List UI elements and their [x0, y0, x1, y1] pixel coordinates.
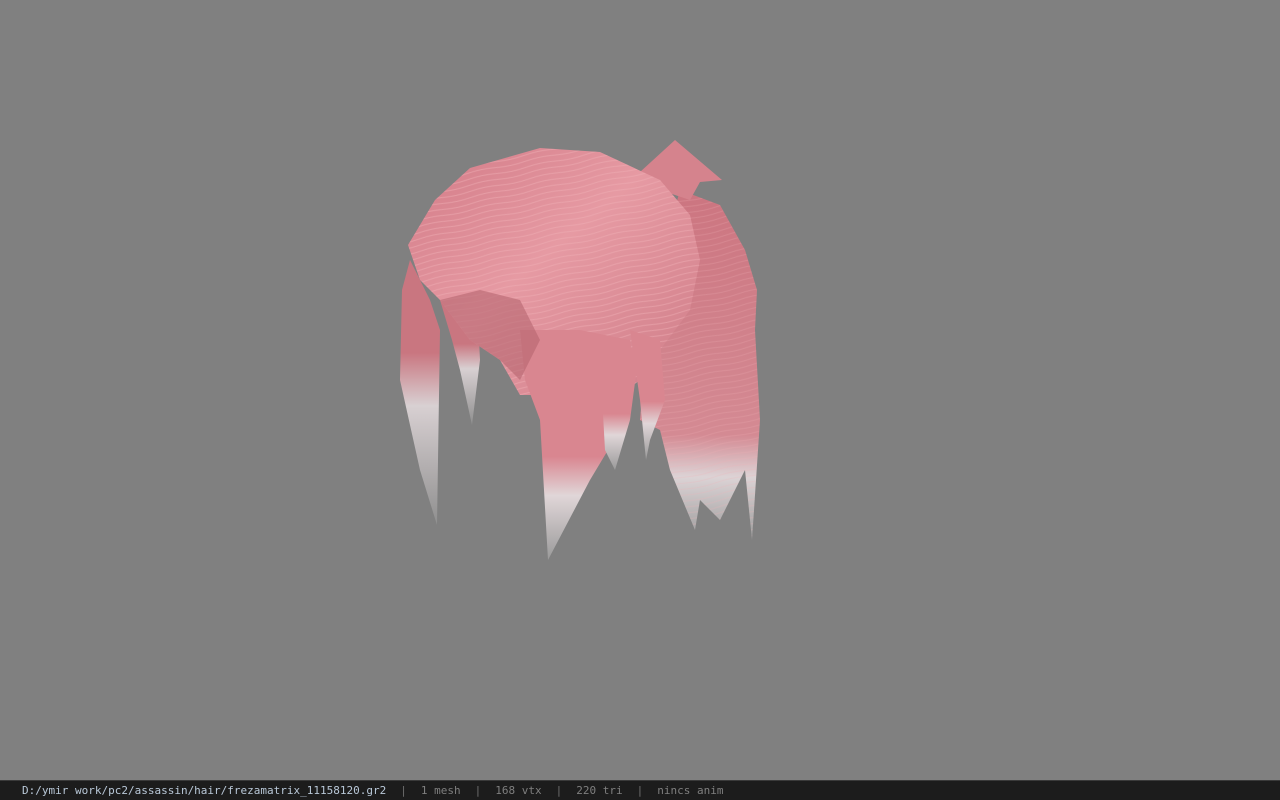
triangle-count-label: 220 tri	[576, 784, 623, 797]
separator: |	[636, 784, 644, 797]
hair-strand-left-outer	[400, 260, 440, 525]
status-bar: D:/ymir work/pc2/assassin/hair/frezamatr…	[0, 780, 1280, 800]
separator: |	[555, 784, 563, 797]
mesh-count-label: 1 mesh	[420, 784, 461, 797]
3d-viewport[interactable]	[0, 0, 1280, 780]
animation-status-label: nincs anim	[657, 784, 724, 797]
separator: |	[400, 784, 407, 797]
hair-model-render[interactable]	[0, 0, 1280, 780]
file-path-label: D:/ymir work/pc2/assassin/hair/frezamatr…	[22, 784, 387, 797]
separator: |	[474, 784, 482, 797]
hair-strand-front-mid	[600, 345, 640, 470]
vertex-count-label: 168 vtx	[495, 784, 542, 797]
